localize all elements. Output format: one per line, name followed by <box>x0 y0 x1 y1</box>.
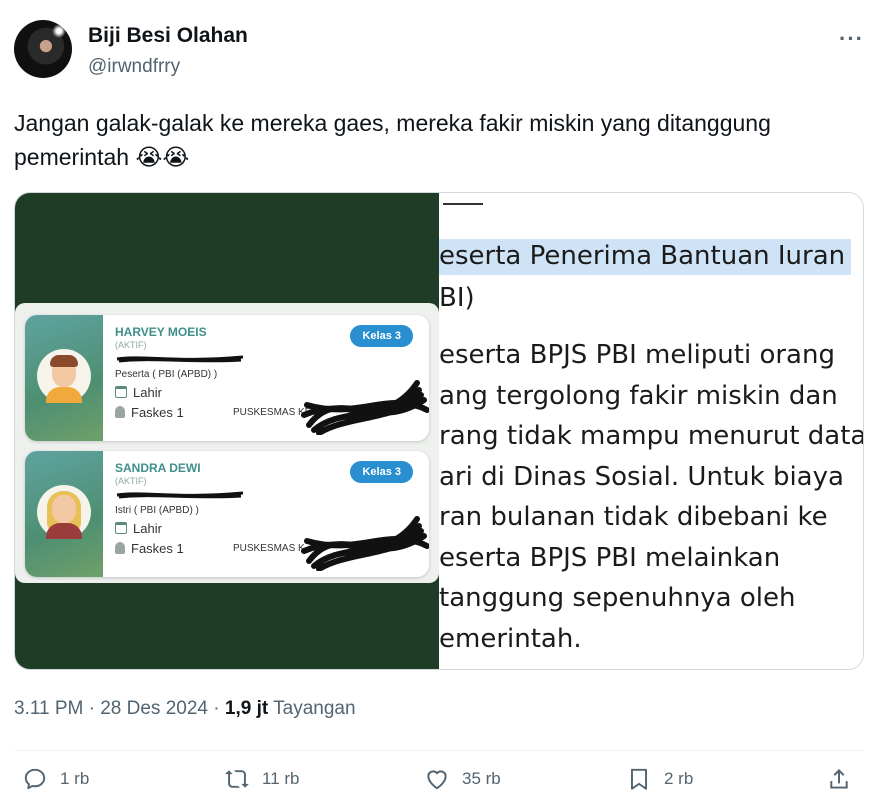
member-puskesmas: PUSKESMAS K <box>233 543 305 554</box>
member-status: (AKTIF) <box>115 340 147 350</box>
bpjs-card-screenshot: HARVEY MOEIS (AKTIF) Peserta ( PBI (APBD… <box>15 193 439 669</box>
article-line: ang tergolong fakir miskin dan <box>439 380 838 411</box>
member-name: HARVEY MOEIS <box>115 325 207 339</box>
avatar[interactable] <box>14 20 72 78</box>
reply-icon <box>24 768 46 790</box>
kelas-badge: Kelas 3 <box>350 325 413 347</box>
female-avatar-icon <box>37 485 91 539</box>
bookmark-icon <box>630 768 648 790</box>
article-line: emerintah. <box>439 623 582 654</box>
article-line: ran bulanan tidak dibebani ke <box>439 502 828 532</box>
tweet-text-line-1: Jangan galak-galak ke mereka gaes, merek… <box>14 110 771 136</box>
article-heading-continued: BI) <box>439 283 475 313</box>
reply-count: 1 rb <box>60 769 90 788</box>
tweet-media-image[interactable]: HARVEY MOEIS (AKTIF) Peserta ( PBI (APBD… <box>14 192 864 670</box>
male-avatar-icon <box>37 349 91 403</box>
bookmark-button[interactable]: 2 rb <box>626 766 693 792</box>
views-label: Tayangan <box>268 698 356 719</box>
article-line: tanggung sepenuhnya oleh <box>439 583 796 613</box>
article-screenshot: eserta Penerima Bantuan Iuran BI) eserta… <box>439 193 864 669</box>
heart-icon <box>427 770 447 790</box>
divider <box>14 750 864 751</box>
article-line: eserta BPJS PBI meliputi orang <box>439 340 835 370</box>
member-type: Peserta ( PBI (APBD) ) <box>115 369 218 380</box>
member-card-list: HARVEY MOEIS (AKTIF) Peserta ( PBI (APBD… <box>15 303 439 583</box>
doctor-icon <box>115 542 125 554</box>
member-lahir: Lahir <box>115 385 162 400</box>
member-card: HARVEY MOEIS (AKTIF) Peserta ( PBI (APBD… <box>25 315 429 441</box>
views-count: 1,9 jt <box>224 698 269 719</box>
tweet-meta: 3.11 PM · 28 Des 2024 · 1,9 jt Tayangan <box>14 698 356 720</box>
like-count: 35 rb <box>462 769 501 788</box>
member-faskes: Faskes 1 <box>115 405 184 420</box>
member-name: SANDRA DEWI <box>115 461 201 475</box>
article-line: ari di Dinas Sosial. Untuk biaya <box>439 461 844 492</box>
share-icon <box>830 769 848 789</box>
doctor-icon <box>115 406 125 418</box>
tweet-text: Jangan galak-galak ke mereka gaes, merek… <box>14 106 874 174</box>
author-handle[interactable]: @irwndfrry <box>88 56 180 78</box>
more-options-icon[interactable]: ··· <box>839 26 864 52</box>
share-button[interactable] <box>826 766 864 792</box>
article-line: eserta BPJS PBI melainkan <box>439 542 781 573</box>
member-card: SANDRA DEWI (AKTIF) Istri ( PBI (APBD) )… <box>25 451 429 577</box>
divider <box>443 203 483 205</box>
bookmark-count: 2 rb <box>664 769 694 788</box>
calendar-icon <box>115 522 127 534</box>
tweet-timestamp[interactable]: 3.11 PM · 28 Des 2024 · <box>14 698 225 719</box>
retweet-count: 11 rb <box>262 769 300 788</box>
tweet-header: Biji Besi Olahan @irwndfrry ··· <box>14 20 874 82</box>
author-name[interactable]: Biji Besi Olahan <box>88 24 248 48</box>
retweet-button[interactable]: 11 rb <box>224 766 300 792</box>
article-heading-highlighted: eserta Penerima Bantuan Iuran <box>439 239 852 275</box>
tweet-text-line-2: pemerintah 😭😭 <box>14 144 190 170</box>
redaction-scribble <box>116 355 244 363</box>
retweet-icon <box>225 770 249 788</box>
redaction-scribble <box>301 380 429 435</box>
like-button[interactable]: 35 rb <box>424 766 501 792</box>
member-faskes: Faskes 1 <box>115 541 184 556</box>
kelas-badge: Kelas 3 <box>350 461 413 483</box>
redaction-scribble <box>301 516 429 571</box>
calendar-icon <box>115 386 127 398</box>
reply-button[interactable]: 1 rb <box>22 766 89 792</box>
article-body: eserta BPJS PBI meliputi orang ang tergo… <box>439 335 864 659</box>
action-bar: 1 rb 11 rb 35 rb 2 rb <box>14 766 874 798</box>
article-line: rang tidak mampu menurut data <box>439 421 864 451</box>
member-type: Istri ( PBI (APBD) ) <box>115 505 199 516</box>
redaction-scribble <box>116 491 244 499</box>
member-lahir: Lahir <box>115 521 162 536</box>
member-status: (AKTIF) <box>115 476 147 486</box>
